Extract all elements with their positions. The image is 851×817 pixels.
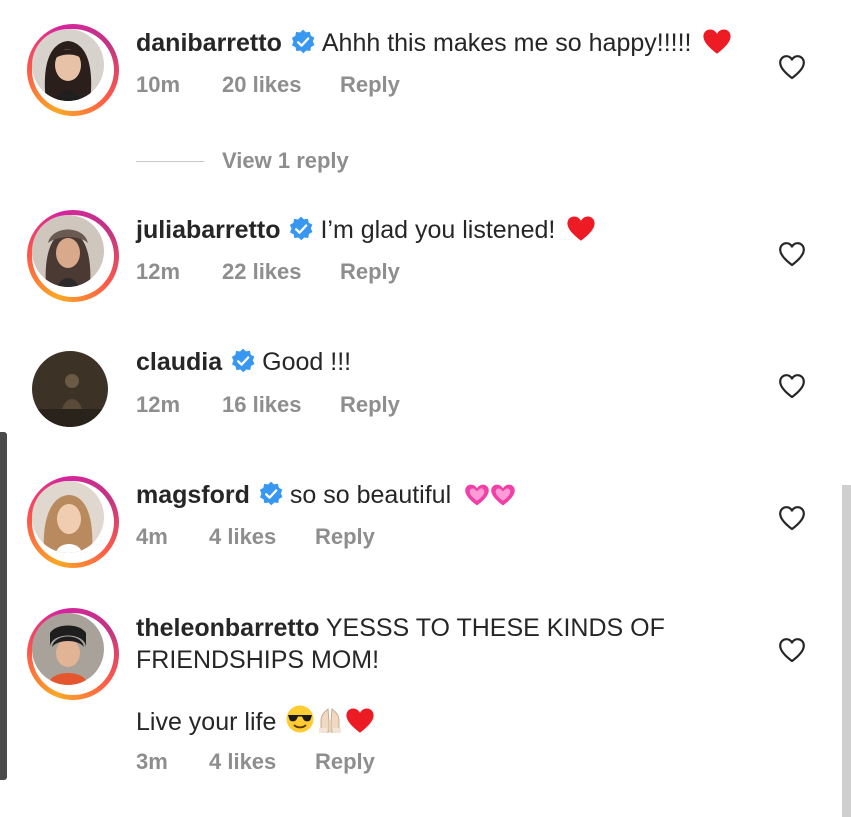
comment-time: 10m xyxy=(136,72,181,97)
comment-time: 3m xyxy=(136,749,168,774)
verified-badge-icon xyxy=(290,29,316,55)
avatar[interactable] xyxy=(32,481,104,553)
reply-button[interactable]: Reply xyxy=(315,524,375,550)
avatar[interactable] xyxy=(32,613,104,685)
avatar[interactable] xyxy=(32,29,104,101)
right-scrollbar[interactable] xyxy=(842,485,851,817)
like-heart-icon[interactable] xyxy=(778,54,806,80)
left-scrollbar[interactable] xyxy=(0,432,7,780)
verified-badge-icon xyxy=(288,216,314,242)
likes-count[interactable]: 20 likes xyxy=(222,72,340,98)
comment-line: FRIENDSHIPS MOM! xyxy=(136,644,379,676)
sunglasses-emoji-icon xyxy=(286,705,314,733)
username[interactable]: claudia xyxy=(136,348,222,376)
username[interactable]: theleonbarretto xyxy=(136,614,319,642)
comment-time: 12m xyxy=(136,259,181,284)
avatar[interactable] xyxy=(32,351,108,427)
like-heart-icon[interactable] xyxy=(778,505,806,531)
reply-button[interactable]: Reply xyxy=(340,259,400,285)
comment-line: theleonbarretto YESSS TO THESE KINDS OF xyxy=(136,612,665,644)
like-heart-icon[interactable] xyxy=(778,373,806,399)
avatar-story-ring[interactable] xyxy=(27,210,119,302)
comment-time: 12m xyxy=(136,392,181,417)
comment-text: FRIENDSHIPS MOM! xyxy=(136,646,380,674)
likes-count[interactable]: 16 likes xyxy=(222,392,340,418)
comment-line: danibarretto Ahhh this makes me so happy!… xyxy=(136,27,732,59)
avatar-story-ring[interactable] xyxy=(27,608,119,700)
comment-text: Live your life xyxy=(136,708,277,736)
comment-text: YESSS TO THESE KINDS OF xyxy=(325,614,665,642)
comment-text: Ahhh this makes me so happy!!!!! xyxy=(321,29,692,57)
avatar[interactable] xyxy=(32,215,104,287)
avatar-story-ring[interactable] xyxy=(27,476,119,568)
comment-line: Live your life xyxy=(136,704,375,738)
likes-count[interactable]: 4 likes xyxy=(209,524,315,550)
username[interactable]: danibarretto xyxy=(136,29,282,57)
growing-heart-emoji-icon xyxy=(464,483,490,507)
divider xyxy=(136,161,204,162)
reply-button[interactable]: Reply xyxy=(340,72,400,98)
red-heart-emoji-icon xyxy=(566,215,596,242)
comment-text: I’m glad you listened! xyxy=(320,216,556,244)
avatar-story-ring[interactable] xyxy=(27,24,119,116)
red-heart-emoji-icon xyxy=(702,28,732,55)
like-heart-icon[interactable] xyxy=(778,241,806,267)
likes-count[interactable]: 4 likes xyxy=(209,749,315,775)
username[interactable]: juliabarretto xyxy=(136,216,280,244)
reply-button[interactable]: Reply xyxy=(340,392,400,418)
like-heart-icon[interactable] xyxy=(778,637,806,663)
view-replies-label[interactable]: View 1 reply xyxy=(222,148,349,174)
growing-heart-emoji-icon xyxy=(490,483,516,507)
verified-badge-icon xyxy=(230,348,256,374)
reply-button[interactable]: Reply xyxy=(315,749,375,775)
likes-count[interactable]: 22 likes xyxy=(222,259,340,285)
comment-text: Good !!! xyxy=(262,348,352,376)
comment-line: magsford so so beautiful xyxy=(136,479,516,511)
verified-badge-icon xyxy=(258,481,284,507)
username[interactable]: magsford xyxy=(136,481,250,509)
comment-text: so so beautiful xyxy=(289,481,452,509)
red-heart-emoji-icon xyxy=(345,707,375,734)
comment-time: 4m xyxy=(136,524,168,549)
comment-line: juliabarretto I’m glad you listened! xyxy=(136,214,596,246)
praying-hands-emoji-icon xyxy=(319,708,342,733)
comment-line: claudia Good !!! xyxy=(136,346,351,378)
